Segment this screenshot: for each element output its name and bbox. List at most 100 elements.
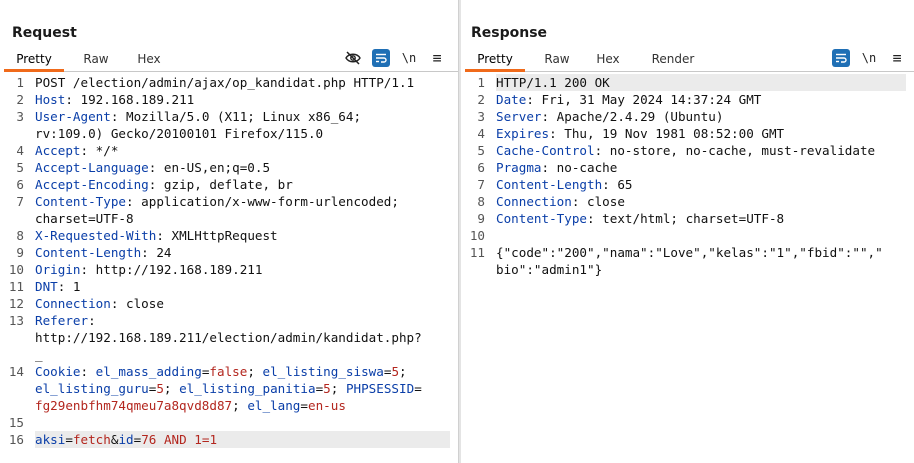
token: Pragma <box>496 160 542 175</box>
line-number: 11 <box>8 279 24 294</box>
token: User-Agent <box>35 109 111 124</box>
line-content: Connection: close <box>35 295 450 312</box>
token: : 65 <box>602 177 633 192</box>
line-content: HTTP/1.1 200 OK <box>496 74 906 91</box>
token: : no-store, no-cache, must-revalidate <box>594 143 876 158</box>
line-number: 16 <box>8 432 24 447</box>
response-tab-render[interactable]: Render <box>645 48 701 72</box>
code-line: fg29enbfhm74qmeu7a8qvd8d87; el_lang=en-u… <box>0 397 458 414</box>
token: 76 AND 1=1 <box>141 432 218 447</box>
request-editor[interactable]: 1 POST /election/admin/ajax/op_kandidat.p… <box>0 74 458 463</box>
token: : Mozilla/5.0 (X11; Linux x86_64; <box>110 109 362 124</box>
code-line: 11 DNT: 1 <box>0 278 458 295</box>
code-line: 9 Content-Length: 24 <box>0 244 458 261</box>
line-content: Cache-Control: no-store, no-cache, must-… <box>496 142 906 159</box>
token: = <box>65 432 73 447</box>
code-line: 8 Connection: close <box>461 193 914 210</box>
token: charset=UTF-8 <box>35 211 134 226</box>
word-wrap-icon[interactable] <box>372 49 390 67</box>
eye-slash-icon[interactable] <box>344 49 362 67</box>
code-line: 4 Expires: Thu, 19 Nov 1981 08:52:00 GMT <box>461 125 914 142</box>
code-line: 3 User-Agent: Mozilla/5.0 (X11; Linux x86… <box>0 108 458 125</box>
line-content: Referer: <box>35 312 450 329</box>
line-content: Connection: close <box>496 193 906 210</box>
token: _ <box>35 347 43 362</box>
newline-toggle-button[interactable]: \n <box>400 49 418 67</box>
line-number: 11 <box>469 245 485 260</box>
line-content: Date: Fri, 31 May 2024 14:37:24 GMT <box>496 91 906 108</box>
token: rv:109.0) Gecko/20100101 Firefox/115.0 <box>35 126 324 141</box>
token: : Apache/2.4.29 (Ubuntu) <box>541 109 724 124</box>
code-line: 9 Content-Type: text/html; charset=UTF-8 <box>461 210 914 227</box>
code-line: 10 Origin: http://192.168.189.211 <box>0 261 458 278</box>
request-tab-pretty[interactable]: Pretty <box>4 48 64 72</box>
response-pane: Response Pretty Raw Hex Render \n ≡ 1 HTT… <box>461 0 914 463</box>
line-number: 2 <box>477 92 485 107</box>
line-number: 4 <box>16 143 24 158</box>
token: el_listing_siswa <box>262 364 384 379</box>
request-tab-raw[interactable]: Raw <box>76 48 116 72</box>
token: : text/html; charset=UTF-8 <box>587 211 785 226</box>
token: fg29enbfhm74qmeu7a8qvd8d87 <box>35 398 233 413</box>
token: ; <box>399 364 407 379</box>
token: id <box>118 432 134 447</box>
token: ; <box>247 364 263 379</box>
token: : <box>80 364 96 379</box>
token: ; <box>330 381 346 396</box>
code-line: 8 X-Requested-With: XMLHttpRequest <box>0 227 458 244</box>
token: : 1 <box>57 279 81 294</box>
code-line: 7 Content-Length: 65 <box>461 176 914 193</box>
code-line: 13 Referer: <box>0 312 458 329</box>
menu-icon[interactable]: ≡ <box>428 49 446 67</box>
line-content: Content-Type: text/html; charset=UTF-8 <box>496 210 906 227</box>
word-wrap-icon[interactable] <box>832 49 850 67</box>
token: POST /election/admin/ajax/op_kandidat.ph… <box>35 75 415 90</box>
line-content: Content-Type: application/x-www-form-url… <box>35 193 450 210</box>
line-content: Origin: http://192.168.189.211 <box>35 261 450 278</box>
line-number: 2 <box>16 92 24 107</box>
token: : close <box>110 296 164 311</box>
line-content: http://192.168.189.211/election/admin/ka… <box>35 329 450 346</box>
token: : <box>88 313 96 328</box>
line-content: aksi=fetch&id=76 AND 1=1 <box>35 431 450 448</box>
line-content: Accept-Language: en-US,en;q=0.5 <box>35 159 450 176</box>
token: : no-cache <box>541 160 618 175</box>
newline-toggle-button[interactable]: \n <box>860 49 878 67</box>
token: Connection <box>496 194 572 209</box>
token: false <box>209 364 248 379</box>
line-content: Accept-Encoding: gzip, deflate, br <box>35 176 450 193</box>
line-number: 1 <box>16 75 24 90</box>
line-number: 1 <box>477 75 485 90</box>
line-number: 6 <box>16 177 24 192</box>
code-line: _ <box>0 346 458 363</box>
token: bio":"admin1"} <box>496 262 603 277</box>
line-content: charset=UTF-8 <box>35 210 450 227</box>
line-content: rv:109.0) Gecko/20100101 Firefox/115.0 <box>35 125 450 142</box>
request-tab-hex[interactable]: Hex <box>130 48 168 72</box>
token: fetch <box>72 432 111 447</box>
code-line: 15 <box>0 414 458 431</box>
token: Date <box>496 92 527 107</box>
code-line: 2 Date: Fri, 31 May 2024 14:37:24 GMT <box>461 91 914 108</box>
token: ; <box>232 398 248 413</box>
token: : Fri, 31 May 2024 14:37:24 GMT <box>526 92 762 107</box>
line-content: Content-Length: 65 <box>496 176 906 193</box>
menu-icon[interactable]: ≡ <box>888 49 906 67</box>
code-line: 16 aksi=fetch&id=76 AND 1=1 <box>0 431 458 448</box>
token: : XMLHttpRequest <box>156 228 278 243</box>
token: Cookie <box>35 364 81 379</box>
response-tab-hex[interactable]: Hex <box>589 48 627 72</box>
token: 5 <box>391 364 400 379</box>
code-line: 2 Host: 192.168.189.211 <box>0 91 458 108</box>
response-tab-pretty[interactable]: Pretty <box>465 48 525 72</box>
token: http://192.168.189.211/election/admin/ka… <box>35 330 422 345</box>
token: DNT <box>35 279 58 294</box>
token: el_lang <box>247 398 301 413</box>
line-content: Server: Apache/2.4.29 (Ubuntu) <box>496 108 906 125</box>
token: ; <box>163 381 180 396</box>
response-tab-raw[interactable]: Raw <box>537 48 577 72</box>
token: Content-Length <box>35 245 142 260</box>
token: : 24 <box>141 245 172 260</box>
code-line: http://192.168.189.211/election/admin/ka… <box>0 329 458 346</box>
response-editor[interactable]: 1 HTTP/1.1 200 OK 2 Date: Fri, 31 May 2024 … <box>461 74 914 463</box>
